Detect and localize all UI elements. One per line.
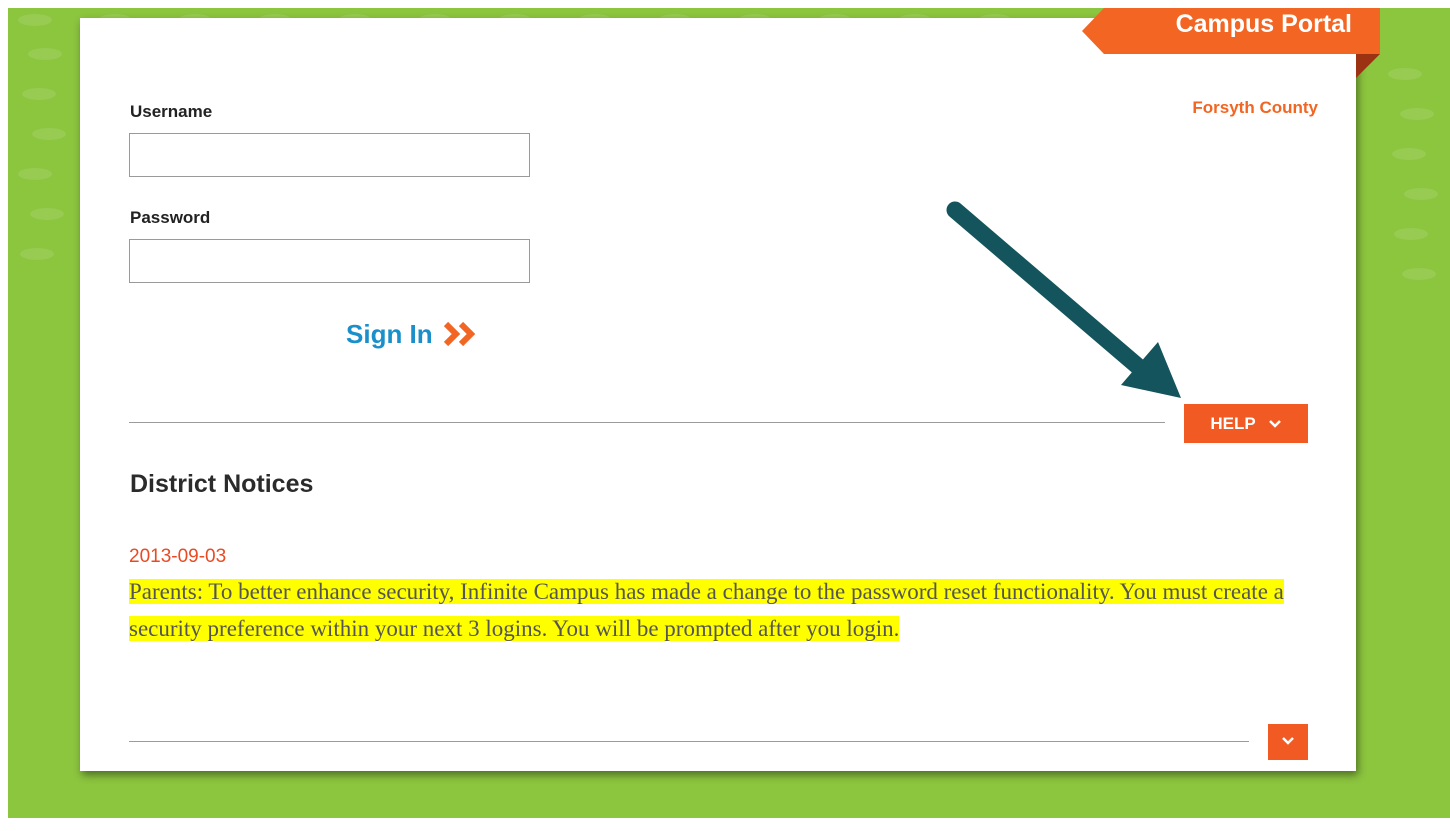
campus-portal-title: Campus Portal bbox=[1175, 10, 1352, 38]
background-dot bbox=[20, 248, 54, 260]
campus-portal-banner: Campus Portal bbox=[1082, 8, 1380, 54]
password-label: Password bbox=[130, 208, 211, 227]
chevron-down-icon bbox=[1281, 733, 1295, 751]
notice-highlighted-text: Parents: To better enhance security, Inf… bbox=[129, 579, 1284, 641]
background-dot bbox=[1394, 228, 1428, 240]
background-dot bbox=[18, 14, 52, 26]
background-dot bbox=[1392, 148, 1426, 160]
notices-divider bbox=[129, 741, 1249, 742]
help-label: HELP bbox=[1210, 413, 1256, 433]
login-card: Forsyth County Username Password Sign In… bbox=[80, 18, 1356, 771]
expand-notices-button[interactable] bbox=[1268, 724, 1308, 760]
background-dot bbox=[1404, 188, 1438, 200]
background-dot bbox=[32, 128, 66, 140]
background-dot bbox=[28, 48, 62, 60]
double-chevron-right-icon bbox=[443, 321, 479, 347]
background-dot bbox=[22, 88, 56, 100]
section-divider bbox=[129, 422, 1165, 423]
username-label: Username bbox=[130, 102, 213, 121]
notice-text: Parents: To better enhance security, Inf… bbox=[129, 573, 1319, 647]
sign-in-label: Sign In bbox=[346, 318, 433, 349]
background-dot bbox=[18, 168, 52, 180]
background-dot bbox=[1402, 268, 1436, 280]
district-name: Forsyth County bbox=[1192, 98, 1318, 117]
background-dot bbox=[1388, 68, 1422, 80]
help-button[interactable]: HELP bbox=[1184, 404, 1308, 443]
district-notices-heading: District Notices bbox=[130, 470, 314, 498]
background-dot bbox=[1400, 108, 1434, 120]
password-input[interactable] bbox=[129, 239, 530, 283]
notice-date: 2013-09-03 bbox=[129, 546, 227, 567]
background-dot bbox=[30, 208, 64, 220]
username-input[interactable] bbox=[129, 133, 530, 177]
chevron-down-icon bbox=[1268, 419, 1282, 429]
sign-in-button[interactable]: Sign In bbox=[346, 314, 479, 354]
